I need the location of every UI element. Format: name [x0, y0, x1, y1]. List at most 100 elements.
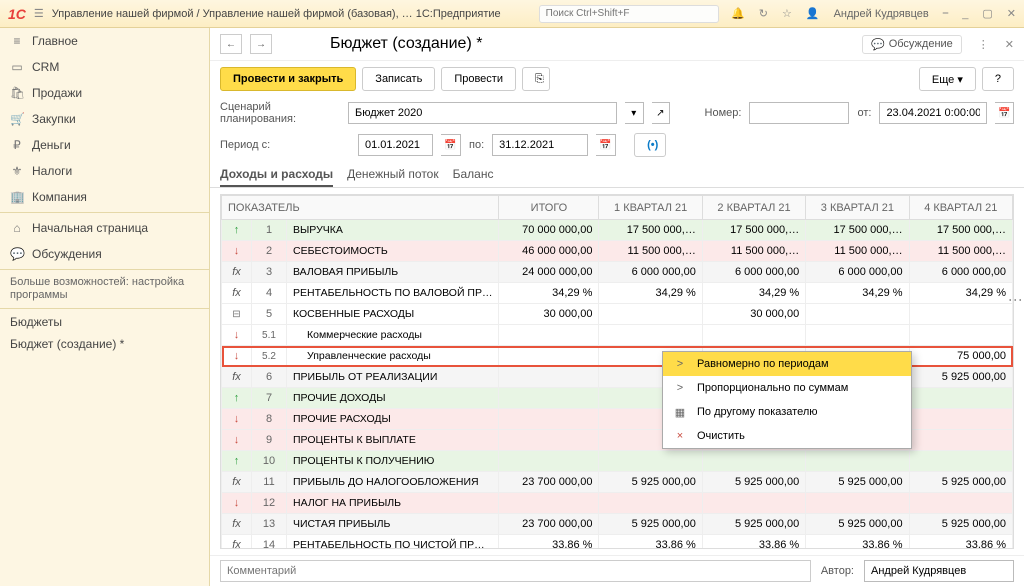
row-value[interactable]: 30 000,00 [702, 304, 805, 325]
kebab-icon[interactable]: ⋮ [970, 38, 997, 51]
context-menu-item[interactable]: > Равномерно по периодам [663, 352, 911, 376]
row-value[interactable]: 17 500 000,… [599, 220, 702, 241]
row-value[interactable]: 5 925 000,00 [806, 472, 909, 493]
row-value[interactable] [499, 367, 599, 388]
restore-icon[interactable]: ▢ [982, 7, 992, 20]
row-value[interactable]: 34,29 % [806, 283, 909, 304]
row-value[interactable]: 34,29 % [909, 283, 1012, 304]
row-value[interactable]: 5 925 000,00 [806, 514, 909, 535]
period-to-input[interactable] [492, 134, 588, 156]
row-value[interactable]: 46 000 000,00 [499, 241, 599, 262]
side-handle-icon[interactable]: ⋮ [1008, 293, 1024, 309]
close-icon[interactable]: ✕ [1007, 7, 1016, 20]
row-value[interactable]: 5 925 000,00 [909, 514, 1012, 535]
sidebar-item[interactable]: ≡Главное [0, 28, 209, 54]
help-button[interactable]: ? [982, 67, 1014, 91]
row-value[interactable]: 5 925 000,00 [702, 472, 805, 493]
row-value[interactable]: 11 500 000,… [702, 241, 805, 262]
refresh-period-button[interactable]: (•) [634, 133, 666, 157]
calendar-icon[interactable]: 📅 [995, 102, 1014, 124]
row-value[interactable] [806, 304, 909, 325]
row-value[interactable]: 17 500 000,… [806, 220, 909, 241]
row-value[interactable]: 11 500 000,… [806, 241, 909, 262]
close-tab-icon[interactable]: ✕ [1005, 38, 1014, 51]
bell-icon[interactable]: 🔔 [731, 7, 745, 20]
extra-action-button[interactable]: ⎘ [522, 67, 550, 91]
sidebar-item[interactable]: 🛍Продажи [0, 80, 209, 106]
row-value[interactable] [599, 451, 702, 472]
search-input[interactable] [539, 5, 719, 23]
row-value[interactable] [499, 451, 599, 472]
row-value[interactable]: 33,86 % [909, 535, 1012, 550]
nav-forward-button[interactable]: → [250, 34, 272, 54]
minimize-icon[interactable]: _ [962, 8, 968, 20]
row-value[interactable] [909, 493, 1012, 514]
context-menu-item[interactable]: > Пропорционально по суммам [663, 376, 911, 400]
row-value[interactable] [909, 430, 1012, 451]
row-value[interactable] [702, 493, 805, 514]
more-capabilities[interactable]: Больше возможностей: настройка программы [0, 272, 209, 306]
post-and-close-button[interactable]: Провести и закрыть [220, 67, 356, 91]
table-row[interactable]: ↓ 5.1 Коммерческие расходы [222, 325, 1013, 346]
row-value[interactable]: 33,86 % [806, 535, 909, 550]
row-value[interactable] [806, 451, 909, 472]
row-value[interactable]: 75 000,00 [909, 346, 1012, 367]
sidebar-item[interactable]: 🏢Компания [0, 184, 209, 210]
row-value[interactable]: 33,86 % [599, 535, 702, 550]
table-row[interactable]: ↑ 10 ПРОЦЕНТЫ К ПОЛУЧЕНИЮ [222, 451, 1013, 472]
period-from-input[interactable] [358, 134, 433, 156]
row-value[interactable] [909, 409, 1012, 430]
sidebar-item[interactable]: ▭CRM [0, 54, 209, 80]
table-row[interactable]: fx 3 ВАЛОВАЯ ПРИБЫЛЬ 24 000 000,006 000 … [222, 262, 1013, 283]
history-icon[interactable]: ↻ [759, 7, 768, 20]
table-row[interactable]: fx 4 РЕНТАБЕЛЬНОСТЬ ПО ВАЛОВОЙ ПР… 34,29… [222, 283, 1013, 304]
calendar-to-icon[interactable]: 📅 [596, 134, 616, 156]
scenario-dropdown-icon[interactable]: ▾ [625, 102, 644, 124]
row-value[interactable]: 5 925 000,00 [702, 514, 805, 535]
nav-back-button[interactable]: ← [220, 34, 242, 54]
row-value[interactable]: 11 500 000,… [909, 241, 1012, 262]
row-value[interactable]: 5 925 000,00 [909, 367, 1012, 388]
row-value[interactable]: 70 000 000,00 [499, 220, 599, 241]
row-value[interactable]: 17 500 000,… [702, 220, 805, 241]
number-input[interactable] [749, 102, 849, 124]
budget-create-link[interactable]: Бюджет (создание) * [0, 333, 209, 355]
sidebar-item[interactable]: ⚜Налоги [0, 158, 209, 184]
row-value[interactable]: 34,29 % [499, 283, 599, 304]
save-button[interactable]: Записать [362, 67, 435, 91]
user-icon[interactable]: 👤 [806, 7, 820, 20]
context-menu-item[interactable]: ▦ По другому показателю [663, 400, 911, 424]
more-button[interactable]: Еще ▾ [919, 67, 976, 91]
row-value[interactable]: 33,86 % [499, 535, 599, 550]
row-value[interactable] [909, 304, 1012, 325]
menu-toggle-icon[interactable]: ☰ [34, 7, 44, 20]
row-value[interactable]: 5 925 000,00 [599, 472, 702, 493]
row-value[interactable] [599, 493, 702, 514]
table-row[interactable]: fx 14 РЕНТАБЕЛЬНОСТЬ ПО ЧИСТОЙ ПР… 33,86… [222, 535, 1013, 550]
row-value[interactable] [599, 304, 702, 325]
budgets-link[interactable]: Бюджеты [0, 311, 209, 333]
row-value[interactable]: 6 000 000,00 [909, 262, 1012, 283]
table-row[interactable]: ⊟ 5 КОСВЕННЫЕ РАСХОДЫ 30 000,0030 000,00 [222, 304, 1013, 325]
row-value[interactable] [499, 409, 599, 430]
row-value[interactable]: 6 000 000,00 [806, 262, 909, 283]
author-input[interactable] [864, 560, 1014, 582]
start-page[interactable]: ⌂Начальная страница [0, 215, 209, 241]
comment-input[interactable] [220, 560, 811, 582]
row-value[interactable] [499, 430, 599, 451]
row-value[interactable]: 6 000 000,00 [599, 262, 702, 283]
row-value[interactable]: 5 925 000,00 [909, 472, 1012, 493]
discussions[interactable]: 💬Обсуждения [0, 241, 209, 267]
row-value[interactable]: 6 000 000,00 [702, 262, 805, 283]
star-icon[interactable]: ☆ [782, 7, 792, 20]
row-value[interactable] [909, 388, 1012, 409]
row-value[interactable]: 33,86 % [702, 535, 805, 550]
table-row[interactable]: ↓ 12 НАЛОГ НА ПРИБЫЛЬ [222, 493, 1013, 514]
row-value[interactable]: 30 000,00 [499, 304, 599, 325]
table-row[interactable]: fx 13 ЧИСТАЯ ПРИБЫЛЬ 23 700 000,005 925 … [222, 514, 1013, 535]
sidebar-item[interactable]: 🛒Закупки [0, 106, 209, 132]
row-value[interactable] [499, 388, 599, 409]
row-value[interactable] [702, 451, 805, 472]
scenario-open-icon[interactable]: ↗ [652, 102, 671, 124]
calendar-from-icon[interactable]: 📅 [441, 134, 461, 156]
